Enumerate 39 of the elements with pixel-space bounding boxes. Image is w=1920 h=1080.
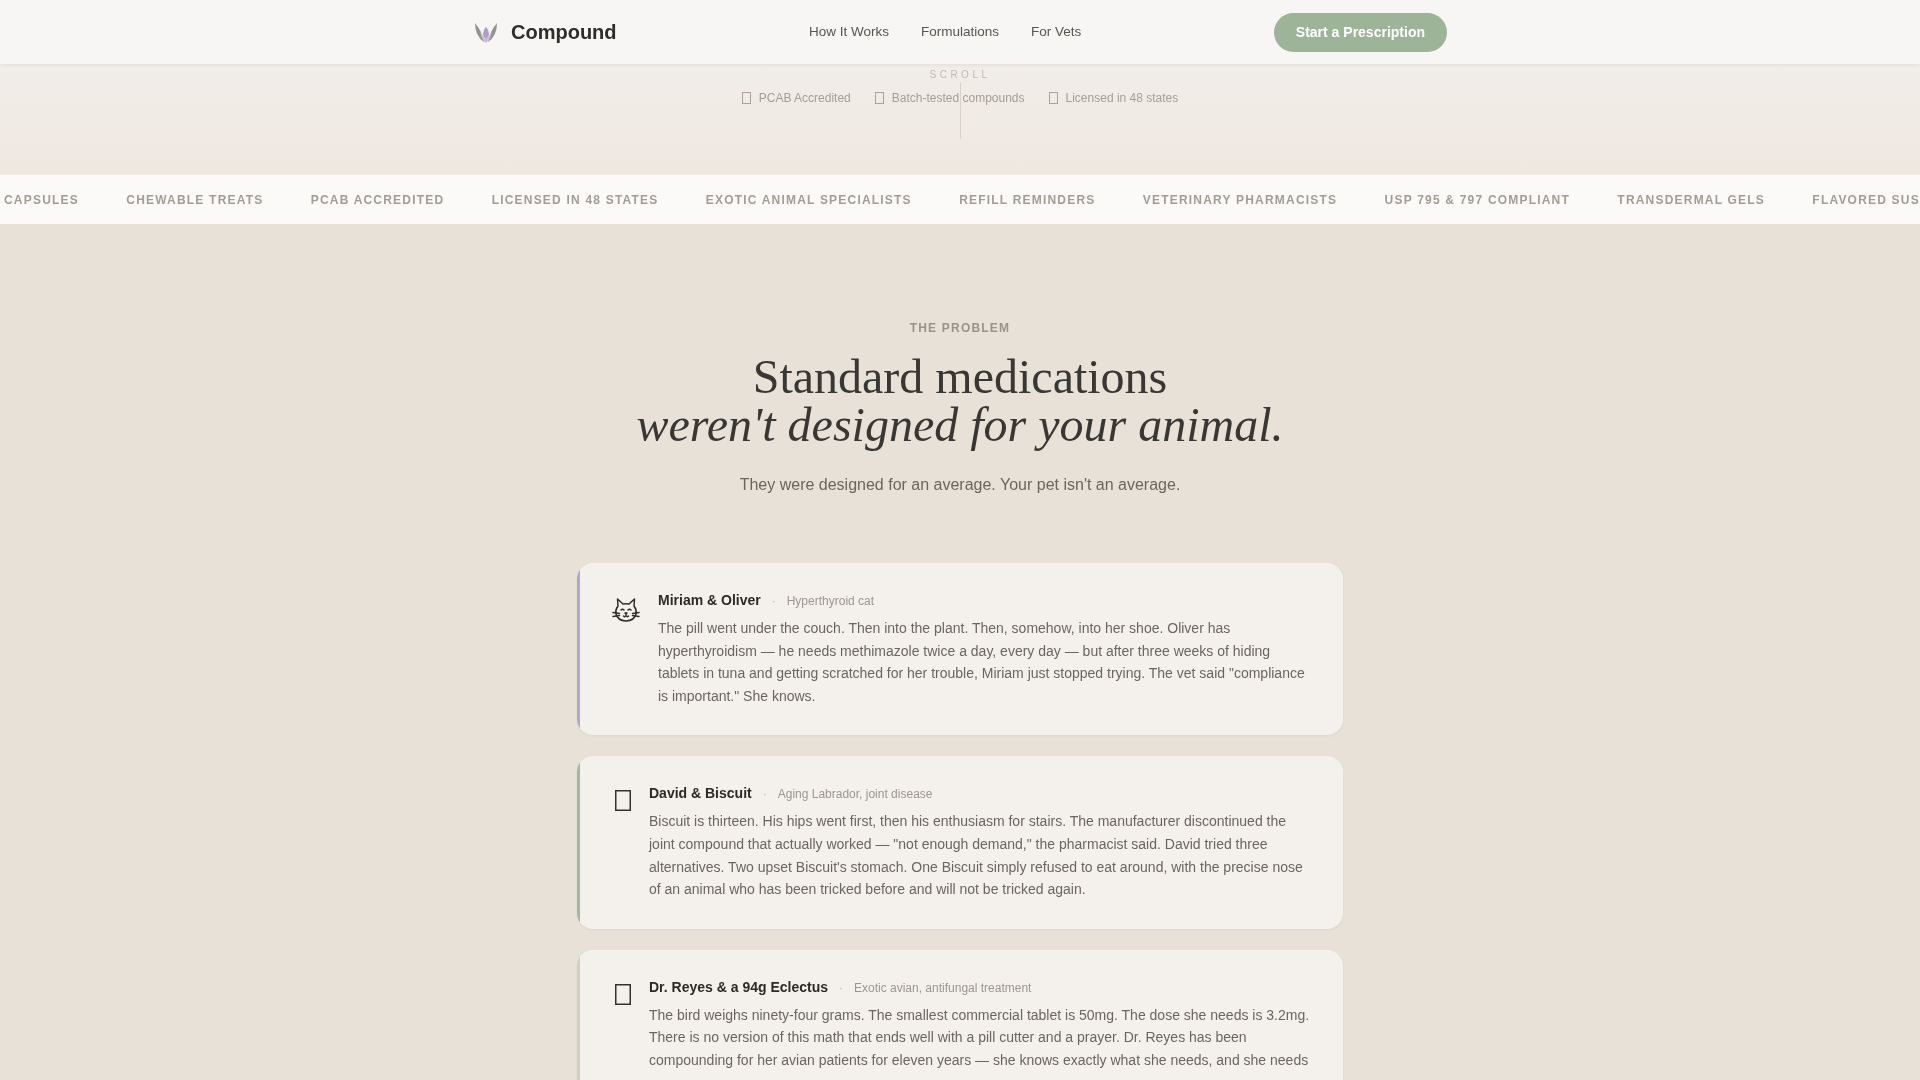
nav-link[interactable]: How It Works — [809, 25, 890, 39]
ticker-item: CHEWABLE TREATS — [126, 191, 264, 209]
ticker-item: PCAB ACCREDITED — [310, 191, 445, 209]
ticker-item: VETERINARY PHARMACISTS — [1142, 191, 1338, 209]
nav-link[interactable]: Formulations — [921, 25, 1000, 39]
brand-name[interactable]: Compound — [511, 22, 617, 42]
scroll-label: SCROLL — [929, 68, 991, 82]
nav-link[interactable]: For Vets — [1031, 25, 1082, 39]
trust-badge-text: Batch-tested compounds — [891, 90, 1025, 106]
cat-face-icon — [612, 596, 640, 624]
story-name: David & Biscuit — [649, 784, 752, 804]
rectangle-outline-icon — [1048, 92, 1058, 104]
story-text: The bird weighs ninety-four grams. The smallest commercial tablet is 50mg. The dose she needs is 3.2mg. There is no version of this math that ends well with a pill cutter and a prayer. Dr. Reyes has been compounding for her avian patients for eleven years — she knows exactly what she needs, and she needs — [649, 1005, 1310, 1070]
separator-dot: · — [771, 593, 776, 610]
section-subtitle: They were designed for an average. Your pet isn't an average. — [739, 475, 1181, 495]
story-name: Dr. Reyes & a 94g Eclectus — [649, 977, 828, 997]
ticker-item: USP 795 & 797 COMPLIANT — [1384, 191, 1570, 209]
story-tag: Aging Labrador, joint disease — [777, 785, 933, 804]
ticker-item: FLAVORED SUS — [1812, 191, 1920, 209]
section-eyebrow: THE PROBLEM — [909, 320, 1011, 336]
separator-dot: · — [762, 786, 767, 804]
ticker-item: EXOTIC ANIMAL SPECIALISTS — [705, 191, 912, 209]
section-heading: Standard medications weren't designed for your animal. — [636, 353, 1284, 449]
ticker-item: LICENSED IN 48 STATES — [491, 191, 659, 209]
story-text: The pill went under the couch. Then into the plant. Then, somehow, into her shoe. Oliver has hyperthyroidism — he needs methimazole twice a day, every day — but after three weeks of hiding tablets in tuna and getting scratched for her trouble, Miriam just stopped trying. The vet said "compliance is important." She knows. — [658, 619, 1306, 706]
ticker-item: REFILL REMINDERS — [959, 191, 1096, 209]
rectangle-outline-icon — [741, 92, 751, 104]
separator-dot: · — [839, 979, 843, 997]
story-text: Biscuit is thirteen. His hips went first, then his enthusiasm for stairs. The manufacturer discontinued the joint compound that actually worked — "not enough demand," the pharmacist said. David tried three alternatives. Two upset Biscuit's stomach. One Biscuit simply refused to eat around, with the precise nose of an animal who has been tricked before and will not be tricked again. — [649, 812, 1304, 900]
ticker-item: CAPSULES — [4, 191, 79, 209]
story-tag: Hyperthyroid cat — [786, 592, 875, 610]
rectangle-outline-icon — [615, 790, 631, 812]
trust-badge-text: Licensed in 48 states — [1065, 90, 1179, 106]
trust-badge-text: PCAB Accredited — [758, 90, 851, 106]
rectangle-outline-icon — [615, 983, 631, 1005]
rectangle-outline-icon — [874, 92, 884, 104]
story-name: Miriam & Oliver — [658, 591, 761, 610]
story-tag: Exotic avian, antifungal treatment — [854, 978, 1032, 997]
ticker-item: TRANSDERMAL GELS — [1617, 191, 1765, 209]
